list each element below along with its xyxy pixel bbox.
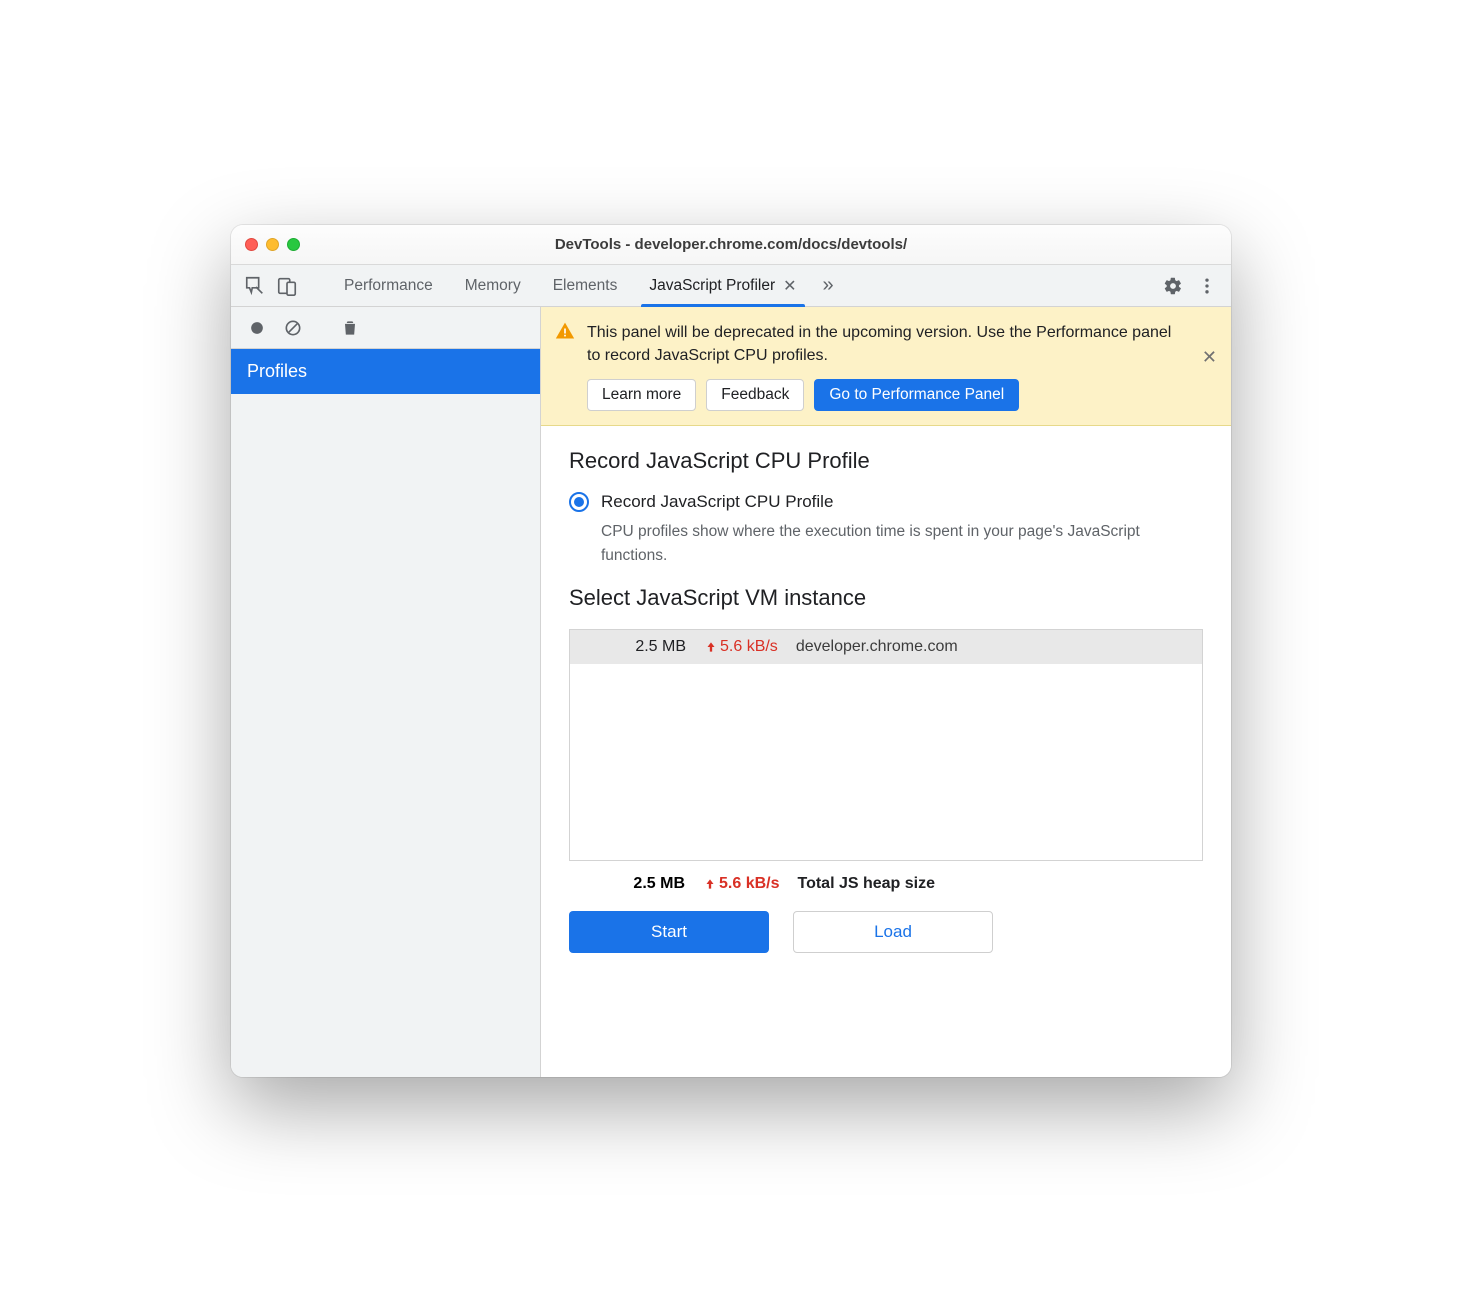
- record-profile-section: Record JavaScript CPU Profile Record Jav…: [541, 426, 1231, 585]
- close-banner-icon[interactable]: ✕: [1202, 347, 1217, 368]
- section-title: Select JavaScript VM instance: [569, 585, 1203, 611]
- delete-icon[interactable]: [336, 314, 364, 342]
- banner-text: This panel will be deprecated in the upc…: [587, 321, 1187, 367]
- button-label: Go to Performance Panel: [829, 386, 1004, 403]
- section-title: Record JavaScript CPU Profile: [569, 448, 1203, 474]
- button-label: Load: [874, 922, 912, 942]
- main-panel: This panel will be deprecated in the upc…: [541, 307, 1231, 1077]
- window-titlebar: DevTools - developer.chrome.com/docs/dev…: [231, 225, 1231, 265]
- close-tab-icon[interactable]: ✕: [783, 276, 796, 296]
- tab-label: Memory: [465, 277, 521, 295]
- vm-totals-row: 2.5 MB 5.6 kB/s Total JS heap size: [569, 861, 1203, 893]
- radio-description: CPU profiles show where the execution ti…: [601, 520, 1161, 567]
- window-controls: [245, 238, 300, 251]
- tab-memory[interactable]: Memory: [449, 265, 537, 306]
- maximize-window-button[interactable]: [287, 238, 300, 251]
- close-window-button[interactable]: [245, 238, 258, 251]
- deprecation-banner: This panel will be deprecated in the upc…: [541, 307, 1231, 426]
- device-toolbar-icon[interactable]: [273, 272, 301, 300]
- arrow-up-icon: [703, 877, 717, 891]
- sidebar-item-label: Profiles: [247, 361, 307, 381]
- vm-heap-size: 2.5 MB: [612, 638, 686, 656]
- arrow-up-icon: [704, 640, 718, 654]
- load-button[interactable]: Load: [793, 911, 993, 953]
- more-options-icon[interactable]: [1193, 272, 1221, 300]
- clear-icon[interactable]: [279, 314, 307, 342]
- total-heap-rate: 5.6 kB/s: [703, 875, 779, 893]
- profiles-sidebar: Profiles: [231, 307, 541, 1077]
- radio-label: Record JavaScript CPU Profile: [601, 492, 833, 512]
- record-cpu-profile-radio[interactable]: [569, 492, 589, 512]
- tab-label: JavaScript Profiler: [649, 277, 775, 295]
- go-to-performance-button[interactable]: Go to Performance Panel: [814, 379, 1019, 411]
- total-heap-size: 2.5 MB: [611, 875, 685, 893]
- vm-instance-row[interactable]: 2.5 MB 5.6 kB/s developer.chrome.com: [570, 630, 1202, 664]
- devtools-tabstrip: Performance Memory Elements JavaScript P…: [231, 265, 1231, 307]
- start-button[interactable]: Start: [569, 911, 769, 953]
- more-tabs-button[interactable]: »: [813, 265, 844, 306]
- tab-elements[interactable]: Elements: [537, 265, 634, 306]
- button-label: Learn more: [602, 386, 681, 403]
- vm-heap-rate: 5.6 kB/s: [704, 638, 778, 656]
- vm-instance-section: Select JavaScript VM instance 2.5 MB 5.6…: [541, 585, 1231, 971]
- sidebar-toolbar: [231, 307, 540, 349]
- vm-instance-list: 2.5 MB 5.6 kB/s developer.chrome.com: [569, 629, 1203, 861]
- devtools-window: DevTools - developer.chrome.com/docs/dev…: [231, 225, 1231, 1077]
- warning-icon: [555, 321, 575, 411]
- total-heap-label: Total JS heap size: [797, 875, 935, 893]
- feedback-button[interactable]: Feedback: [706, 379, 804, 411]
- sidebar-item-profiles[interactable]: Profiles: [231, 349, 540, 394]
- tab-performance[interactable]: Performance: [328, 265, 449, 306]
- record-icon[interactable]: [243, 314, 271, 342]
- inspect-element-icon[interactable]: [241, 272, 269, 300]
- content-area: Profiles This panel will be deprecated i…: [231, 307, 1231, 1077]
- window-title: DevTools - developer.chrome.com/docs/dev…: [231, 236, 1231, 253]
- settings-icon[interactable]: [1159, 272, 1187, 300]
- tab-javascript-profiler[interactable]: JavaScript Profiler ✕: [633, 265, 812, 306]
- button-label: Feedback: [721, 386, 789, 403]
- minimize-window-button[interactable]: [266, 238, 279, 251]
- vm-host: developer.chrome.com: [796, 638, 958, 656]
- tab-label: Elements: [553, 277, 618, 295]
- tab-label: Performance: [344, 277, 433, 295]
- learn-more-button[interactable]: Learn more: [587, 379, 696, 411]
- button-label: Start: [651, 922, 687, 942]
